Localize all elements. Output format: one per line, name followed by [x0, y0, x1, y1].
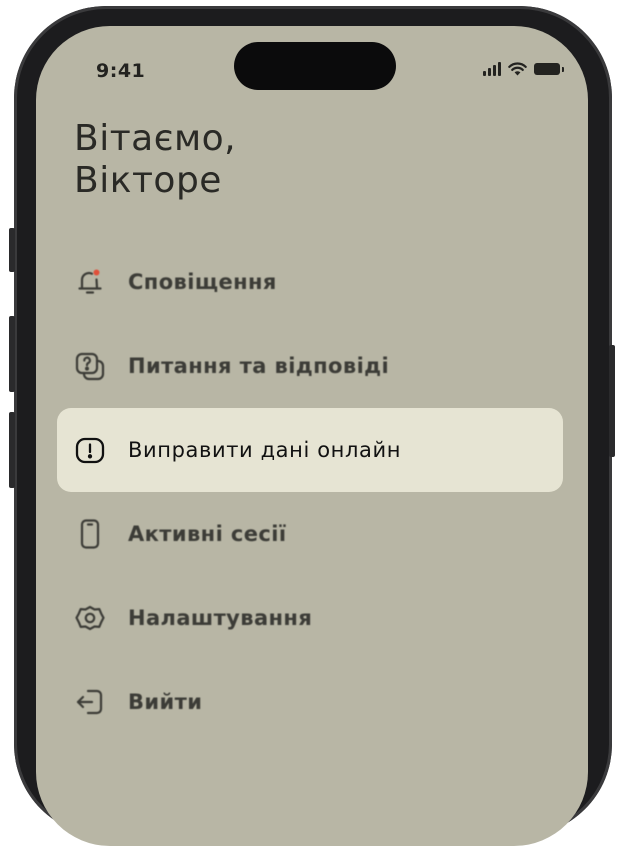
status-icons: [483, 62, 564, 76]
greeting-line-1: Вітаємо,: [74, 118, 237, 159]
status-time: 9:41: [96, 60, 146, 82]
menu-item-correct-data[interactable]: Виправити дані онлайн: [57, 408, 563, 492]
menu-item-label: Активні сесії: [128, 522, 287, 546]
screen: 9:41 Вітаємо, Вікторе Сповіщення Питання…: [36, 26, 588, 846]
gear-icon: [73, 601, 107, 635]
cellular-signal-icon: [483, 62, 501, 76]
greeting-line-2: Вікторе: [74, 160, 222, 201]
greeting: Вітаємо, Вікторе: [74, 118, 236, 202]
volume-up-button: [9, 316, 15, 392]
menu-item-notifications[interactable]: Сповіщення: [57, 240, 563, 324]
logout-icon: [73, 685, 107, 719]
menu-item-label: Налаштування: [128, 606, 313, 630]
volume-down-button: [9, 412, 15, 488]
smartphone-icon: [73, 517, 107, 551]
menu-item-faq[interactable]: Питання та відповіді: [57, 324, 563, 408]
menu-item-active-sessions[interactable]: Активні сесії: [57, 492, 563, 576]
menu-list: Сповіщення Питання та відповіді Виправит…: [57, 240, 563, 744]
menu-item-settings[interactable]: Налаштування: [57, 576, 563, 660]
menu-item-logout[interactable]: Вийти: [57, 660, 563, 744]
menu-item-label: Вийти: [128, 690, 203, 714]
bell-icon: [73, 265, 107, 299]
power-button: [609, 345, 615, 457]
chat-question-icon: [73, 349, 107, 383]
battery-icon: [534, 63, 564, 75]
menu-item-label: Виправити дані онлайн: [128, 438, 402, 462]
menu-item-label: Сповіщення: [128, 270, 277, 294]
alert-square-icon: [73, 433, 107, 467]
wifi-icon: [508, 62, 527, 76]
action-button: [9, 228, 15, 272]
dynamic-island: [234, 42, 396, 90]
menu-item-label: Питання та відповіді: [128, 354, 390, 378]
